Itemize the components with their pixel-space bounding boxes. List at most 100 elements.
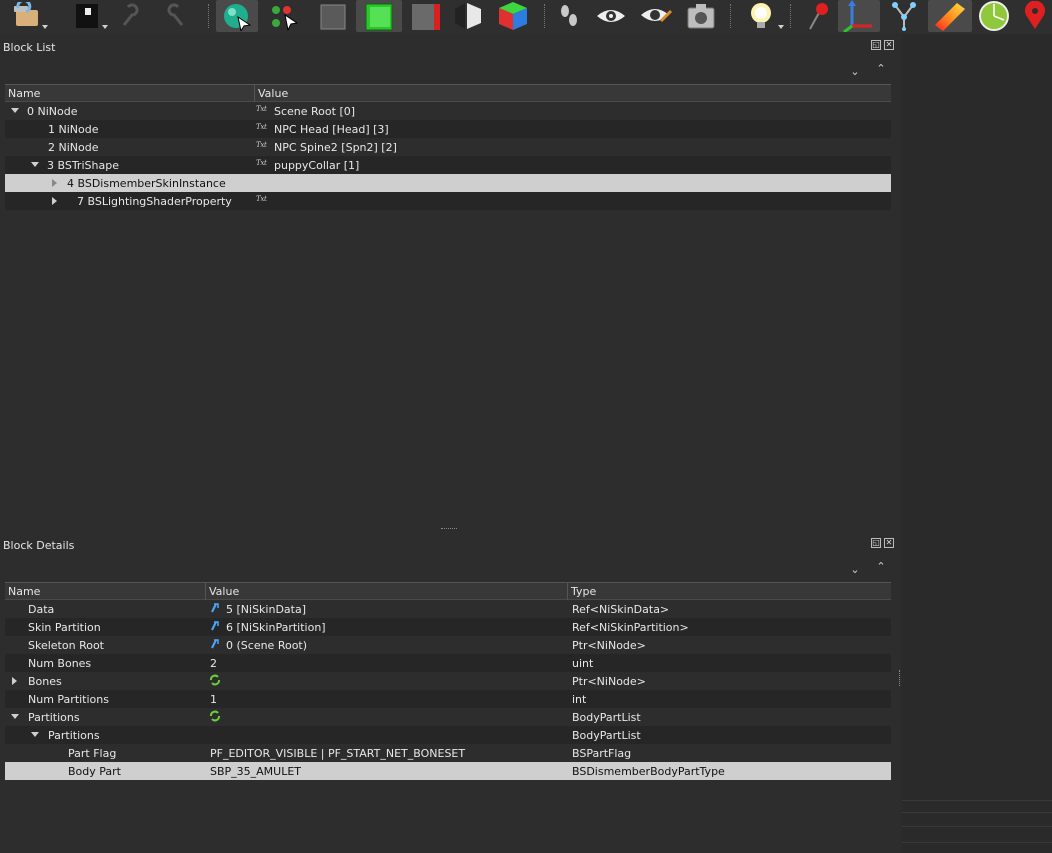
block-details-panel: Block Details ◱ ✕ ⌄ ⌃ Name Value Type Da… [0, 533, 902, 853]
tree-row[interactable]: 3 BSTriShape Txt puppyCollar [1] [5, 156, 891, 174]
nodes-button[interactable] [264, 0, 304, 32]
texture-icon [935, 3, 965, 31]
save-icon [76, 4, 98, 28]
globe-button[interactable] [974, 0, 1014, 32]
undo-icon [122, 3, 139, 26]
save-button[interactable] [64, 0, 108, 32]
eye-edit-button[interactable] [636, 0, 676, 32]
float-icon[interactable]: ◱ [871, 538, 881, 548]
float-icon[interactable]: ◱ [871, 40, 881, 50]
load-button[interactable] [8, 0, 48, 32]
undo-button[interactable] [116, 0, 146, 32]
camera-button[interactable] [682, 0, 720, 32]
viewport-splitter[interactable] [899, 670, 902, 686]
box-colored-icon [499, 2, 527, 30]
expand-arrow-icon[interactable] [12, 677, 17, 685]
tree-row[interactable]: 1 NiNode Txt NPC Head [Head] [3] [5, 120, 891, 138]
texture-button[interactable] [928, 0, 972, 32]
collapse-arrow-icon[interactable] [11, 714, 19, 719]
array-refresh-icon [210, 710, 220, 722]
select-button[interactable] [216, 0, 258, 32]
load-icon [14, 2, 38, 26]
pin-button[interactable] [798, 0, 836, 32]
box-shaded-button[interactable] [448, 0, 488, 32]
column-header-type[interactable]: Type [571, 585, 596, 598]
block-details-title: Block Details [3, 539, 75, 552]
light-bulb-icon [751, 3, 771, 28]
block-details-tree: Name Value Type Data 5 [NiSkinData] Ref<… [5, 582, 891, 780]
text-value-icon: Txt [256, 195, 267, 203]
close-icon[interactable]: ✕ [884, 538, 894, 548]
detail-row[interactable]: Num Bones 2 uint [5, 654, 891, 672]
detail-row[interactable]: Skeleton Root 0 (Scene Root) Ptr<NiNode> [5, 636, 891, 654]
text-value-icon: Txt [256, 159, 267, 167]
detail-row[interactable]: Part Flag PF_EDITOR_VISIBLE | PF_START_N… [5, 744, 891, 762]
redo-button[interactable] [160, 0, 190, 32]
block-list-header: Name Value [5, 84, 891, 102]
detail-row[interactable]: Num Partitions 1 int [5, 690, 891, 708]
block-details-window-buttons: ◱ ✕ [871, 538, 894, 548]
box-shaded-icon [455, 3, 481, 29]
box-red-icon [412, 4, 440, 30]
detail-row[interactable]: Skin Partition 6 [NiSkinPartition] Ref<N… [5, 618, 891, 636]
column-header-value[interactable]: Value [209, 585, 239, 598]
camera-icon [687, 4, 715, 29]
detail-row[interactable]: Partitions BodyPartList [5, 708, 891, 726]
map-marker-button[interactable] [1018, 0, 1052, 32]
collapse-arrow-icon[interactable] [31, 162, 39, 167]
block-list-title: Block List [3, 41, 56, 54]
collapse-all-icon[interactable]: ⌄ [848, 65, 862, 79]
expand-arrow-icon[interactable] [52, 197, 57, 205]
tree-row[interactable]: 0 NiNode Txt Scene Root [0] [5, 102, 891, 120]
eye-edit-icon [641, 9, 673, 23]
detail-row[interactable]: Data 5 [NiSkinData] Ref<NiSkinData> [5, 600, 891, 618]
box-colored-button[interactable] [490, 0, 536, 32]
ref-link-icon [211, 639, 219, 649]
column-header-name[interactable]: Name [8, 87, 40, 100]
tree-row[interactable]: 2 NiNode Txt NPC Spine2 [Spn2] [2] [5, 138, 891, 156]
footprints-icon [561, 5, 577, 26]
block-list-window-buttons: ◱ ✕ [871, 40, 894, 50]
expand-all-icon[interactable]: ⌃ [874, 560, 888, 574]
expand-all-icon[interactable]: ⌃ [874, 62, 888, 76]
light-button[interactable] [738, 0, 784, 32]
detail-row[interactable]: Bones Ptr<NiNode> [5, 672, 891, 690]
eye-icon [597, 10, 625, 22]
box-outline-button[interactable] [312, 0, 354, 32]
collapse-arrow-icon[interactable] [31, 732, 39, 737]
column-header-value[interactable]: Value [258, 87, 288, 100]
grid-line [902, 800, 1052, 801]
text-value-icon: Txt [256, 105, 267, 113]
block-list-panel: Block List ◱ ✕ ⌄ ⌃ Name Value 0 NiNode T… [0, 34, 902, 528]
ref-link-icon [211, 603, 219, 613]
box-outline-icon [320, 4, 346, 30]
footprints-button[interactable] [552, 0, 586, 32]
tree-row-selected[interactable]: 4 BSDismemberSkinInstance [5, 174, 891, 192]
column-header-name[interactable]: Name [8, 585, 40, 598]
nodes-icon [272, 6, 299, 31]
array-refresh-icon [210, 674, 220, 686]
block-details-header: Name Value Type [5, 582, 891, 600]
pin-icon [809, 3, 828, 30]
tree-row[interactable]: 7 BSLightingShaderProperty Txt [5, 192, 891, 210]
globe-icon [979, 1, 1009, 31]
box-red-button[interactable] [404, 0, 446, 32]
grid-line [902, 842, 1052, 843]
grid-line [902, 812, 1052, 813]
text-value-icon: Txt [256, 141, 267, 149]
skeleton-button[interactable] [884, 0, 924, 32]
render-viewport[interactable] [902, 34, 1052, 853]
axes-button[interactable] [838, 0, 880, 32]
eye-button[interactable] [592, 0, 630, 32]
expand-arrow-icon[interactable] [52, 179, 57, 187]
axes-icon [843, 0, 872, 32]
close-icon[interactable]: ✕ [884, 40, 894, 50]
detail-row-selected[interactable]: Body Part SBP_35_AMULET BSDismemberBodyP… [5, 762, 891, 780]
text-value-icon: Txt [256, 123, 267, 131]
box-green-button[interactable] [356, 0, 402, 32]
collapse-arrow-icon[interactable] [11, 108, 19, 113]
grid-line [902, 826, 1052, 827]
detail-row[interactable]: Partitions BodyPartList [5, 726, 891, 744]
collapse-all-icon[interactable]: ⌄ [848, 563, 862, 577]
panel-splitter[interactable] [441, 528, 457, 531]
